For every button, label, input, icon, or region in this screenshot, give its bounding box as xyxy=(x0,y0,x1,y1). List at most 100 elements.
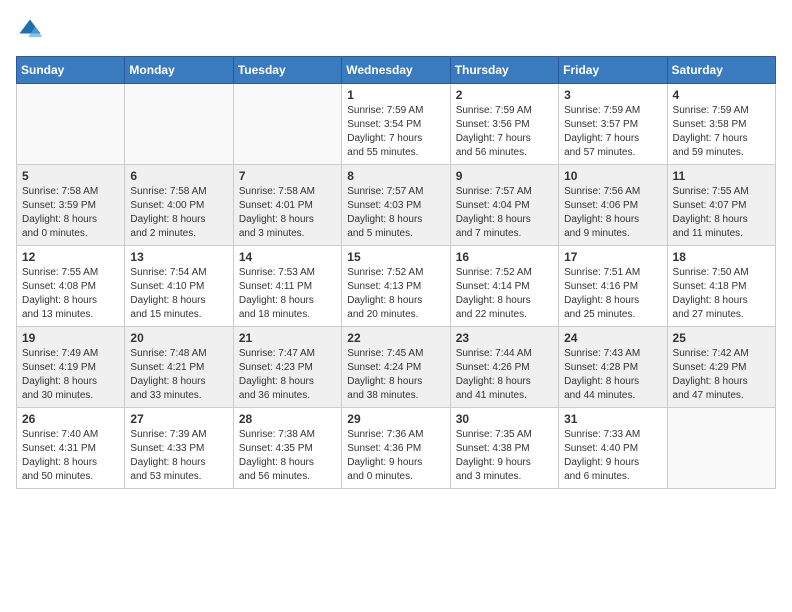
day-number: 2 xyxy=(456,88,553,102)
calendar-cell xyxy=(233,84,341,165)
day-number: 18 xyxy=(673,250,770,264)
day-info: Sunrise: 7:58 AM Sunset: 4:00 PM Dayligh… xyxy=(130,185,227,241)
day-info: Sunrise: 7:38 AM Sunset: 4:35 PM Dayligh… xyxy=(239,428,336,484)
calendar-cell: 11 Sunrise: 7:55 AM Sunset: 4:07 PM Dayli… xyxy=(667,165,775,246)
logo-icon xyxy=(16,16,44,44)
calendar-cell: 8Sunrise: 7:57 AM Sunset: 4:03 PM Daylig… xyxy=(342,165,450,246)
day-header-monday: Monday xyxy=(125,57,233,84)
calendar-cell: 16 Sunrise: 7:52 AM Sunset: 4:14 PM Dayli… xyxy=(450,246,558,327)
calendar-cell: 6 Sunrise: 7:58 AM Sunset: 4:00 PM Daylig… xyxy=(125,165,233,246)
calendar-cell: 4 Sunrise: 7:59 AM Sunset: 3:58 PM Daylig… xyxy=(667,84,775,165)
day-info: Sunrise: 7:59 AM Sunset: 3:58 PM Dayligh… xyxy=(673,104,770,160)
day-number: 13 xyxy=(130,250,227,264)
day-number: 23 xyxy=(456,331,553,345)
day-info: Sunrise: 7:57 AM Sunset: 4:03 PM Dayligh… xyxy=(347,185,444,241)
calendar-cell xyxy=(125,84,233,165)
day-number: 12 xyxy=(22,250,119,264)
day-header-friday: Friday xyxy=(559,57,667,84)
day-info: Sunrise: 7:47 AM Sunset: 4:23 PM Dayligh… xyxy=(239,347,336,403)
calendar-cell xyxy=(667,408,775,489)
day-header-sunday: Sunday xyxy=(17,57,125,84)
day-info: Sunrise: 7:55 AM Sunset: 4:07 PM Dayligh… xyxy=(673,185,770,241)
calendar-cell: 18Sunrise: 7:50 AM Sunset: 4:18 PM Dayli… xyxy=(667,246,775,327)
day-info: Sunrise: 7:35 AM Sunset: 4:38 PM Dayligh… xyxy=(456,428,553,484)
calendar-cell xyxy=(17,84,125,165)
day-info: Sunrise: 7:57 AM Sunset: 4:04 PM Dayligh… xyxy=(456,185,553,241)
day-number: 5 xyxy=(22,169,119,183)
day-info: Sunrise: 7:36 AM Sunset: 4:36 PM Dayligh… xyxy=(347,428,444,484)
day-number: 1 xyxy=(347,88,444,102)
calendar-week-row: 12 Sunrise: 7:55 AM Sunset: 4:08 PM Dayli… xyxy=(17,246,776,327)
calendar-cell: 29 Sunrise: 7:36 AM Sunset: 4:36 PM Dayli… xyxy=(342,408,450,489)
day-number: 9 xyxy=(456,169,553,183)
calendar-week-row: 5 Sunrise: 7:58 AM Sunset: 3:59 PM Daylig… xyxy=(17,165,776,246)
calendar-cell: 27 Sunrise: 7:39 AM Sunset: 4:33 PM Dayli… xyxy=(125,408,233,489)
calendar-cell: 28Sunrise: 7:38 AM Sunset: 4:35 PM Dayli… xyxy=(233,408,341,489)
day-number: 26 xyxy=(22,412,119,426)
day-info: Sunrise: 7:58 AM Sunset: 4:01 PM Dayligh… xyxy=(239,185,336,241)
day-info: Sunrise: 7:53 AM Sunset: 4:11 PM Dayligh… xyxy=(239,266,336,322)
calendar-cell: 30 Sunrise: 7:35 AM Sunset: 4:38 PM Dayli… xyxy=(450,408,558,489)
day-info: Sunrise: 7:39 AM Sunset: 4:33 PM Dayligh… xyxy=(130,428,227,484)
day-info: Sunrise: 7:54 AM Sunset: 4:10 PM Dayligh… xyxy=(130,266,227,322)
day-header-thursday: Thursday xyxy=(450,57,558,84)
day-info: Sunrise: 7:45 AM Sunset: 4:24 PM Dayligh… xyxy=(347,347,444,403)
calendar-cell: 31 Sunrise: 7:33 AM Sunset: 4:40 PM Dayli… xyxy=(559,408,667,489)
day-number: 21 xyxy=(239,331,336,345)
calendar-header-row: SundayMondayTuesdayWednesdayThursdayFrid… xyxy=(17,57,776,84)
day-number: 31 xyxy=(564,412,661,426)
day-info: Sunrise: 7:59 AM Sunset: 3:54 PM Dayligh… xyxy=(347,104,444,160)
calendar-cell: 2 Sunrise: 7:59 AM Sunset: 3:56 PM Daylig… xyxy=(450,84,558,165)
day-info: Sunrise: 7:55 AM Sunset: 4:08 PM Dayligh… xyxy=(22,266,119,322)
calendar-cell: 23 Sunrise: 7:44 AM Sunset: 4:26 PM Dayli… xyxy=(450,327,558,408)
day-number: 24 xyxy=(564,331,661,345)
calendar-cell: 14 Sunrise: 7:53 AM Sunset: 4:11 PM Dayli… xyxy=(233,246,341,327)
day-number: 3 xyxy=(564,88,661,102)
calendar-cell: 1 Sunrise: 7:59 AM Sunset: 3:54 PM Daylig… xyxy=(342,84,450,165)
day-number: 27 xyxy=(130,412,227,426)
calendar-cell: 13 Sunrise: 7:54 AM Sunset: 4:10 PM Dayli… xyxy=(125,246,233,327)
day-number: 30 xyxy=(456,412,553,426)
day-info: Sunrise: 7:33 AM Sunset: 4:40 PM Dayligh… xyxy=(564,428,661,484)
day-number: 20 xyxy=(130,331,227,345)
day-header-tuesday: Tuesday xyxy=(233,57,341,84)
day-info: Sunrise: 7:51 AM Sunset: 4:16 PM Dayligh… xyxy=(564,266,661,322)
calendar-cell: 5 Sunrise: 7:58 AM Sunset: 3:59 PM Daylig… xyxy=(17,165,125,246)
day-number: 4 xyxy=(673,88,770,102)
day-info: Sunrise: 7:59 AM Sunset: 3:56 PM Dayligh… xyxy=(456,104,553,160)
day-info: Sunrise: 7:56 AM Sunset: 4:06 PM Dayligh… xyxy=(564,185,661,241)
day-info: Sunrise: 7:58 AM Sunset: 3:59 PM Dayligh… xyxy=(22,185,119,241)
day-info: Sunrise: 7:42 AM Sunset: 4:29 PM Dayligh… xyxy=(673,347,770,403)
day-info: Sunrise: 7:48 AM Sunset: 4:21 PM Dayligh… xyxy=(130,347,227,403)
day-number: 25 xyxy=(673,331,770,345)
day-info: Sunrise: 7:44 AM Sunset: 4:26 PM Dayligh… xyxy=(456,347,553,403)
calendar-cell: 19Sunrise: 7:49 AM Sunset: 4:19 PM Dayli… xyxy=(17,327,125,408)
calendar-table: SundayMondayTuesdayWednesdayThursdayFrid… xyxy=(16,56,776,489)
day-number: 29 xyxy=(347,412,444,426)
calendar-week-row: 26Sunrise: 7:40 AM Sunset: 4:31 PM Dayli… xyxy=(17,408,776,489)
calendar-cell: 25 Sunrise: 7:42 AM Sunset: 4:29 PM Dayli… xyxy=(667,327,775,408)
day-header-wednesday: Wednesday xyxy=(342,57,450,84)
day-number: 6 xyxy=(130,169,227,183)
calendar-cell: 3Sunrise: 7:59 AM Sunset: 3:57 PM Daylig… xyxy=(559,84,667,165)
calendar-cell: 7Sunrise: 7:58 AM Sunset: 4:01 PM Daylig… xyxy=(233,165,341,246)
day-header-saturday: Saturday xyxy=(667,57,775,84)
calendar-cell: 21 Sunrise: 7:47 AM Sunset: 4:23 PM Dayli… xyxy=(233,327,341,408)
day-number: 14 xyxy=(239,250,336,264)
day-number: 19 xyxy=(22,331,119,345)
day-info: Sunrise: 7:43 AM Sunset: 4:28 PM Dayligh… xyxy=(564,347,661,403)
calendar-cell: 24 Sunrise: 7:43 AM Sunset: 4:28 PM Dayli… xyxy=(559,327,667,408)
day-number: 22 xyxy=(347,331,444,345)
day-info: Sunrise: 7:52 AM Sunset: 4:14 PM Dayligh… xyxy=(456,266,553,322)
logo xyxy=(16,16,48,44)
calendar-cell: 17 Sunrise: 7:51 AM Sunset: 4:16 PM Dayli… xyxy=(559,246,667,327)
day-number: 15 xyxy=(347,250,444,264)
day-number: 16 xyxy=(456,250,553,264)
calendar-cell: 15Sunrise: 7:52 AM Sunset: 4:13 PM Dayli… xyxy=(342,246,450,327)
day-number: 11 xyxy=(673,169,770,183)
day-number: 17 xyxy=(564,250,661,264)
calendar-cell: 22 Sunrise: 7:45 AM Sunset: 4:24 PM Dayli… xyxy=(342,327,450,408)
day-number: 10 xyxy=(564,169,661,183)
calendar-cell: 9 Sunrise: 7:57 AM Sunset: 4:04 PM Daylig… xyxy=(450,165,558,246)
calendar-cell: 26Sunrise: 7:40 AM Sunset: 4:31 PM Dayli… xyxy=(17,408,125,489)
